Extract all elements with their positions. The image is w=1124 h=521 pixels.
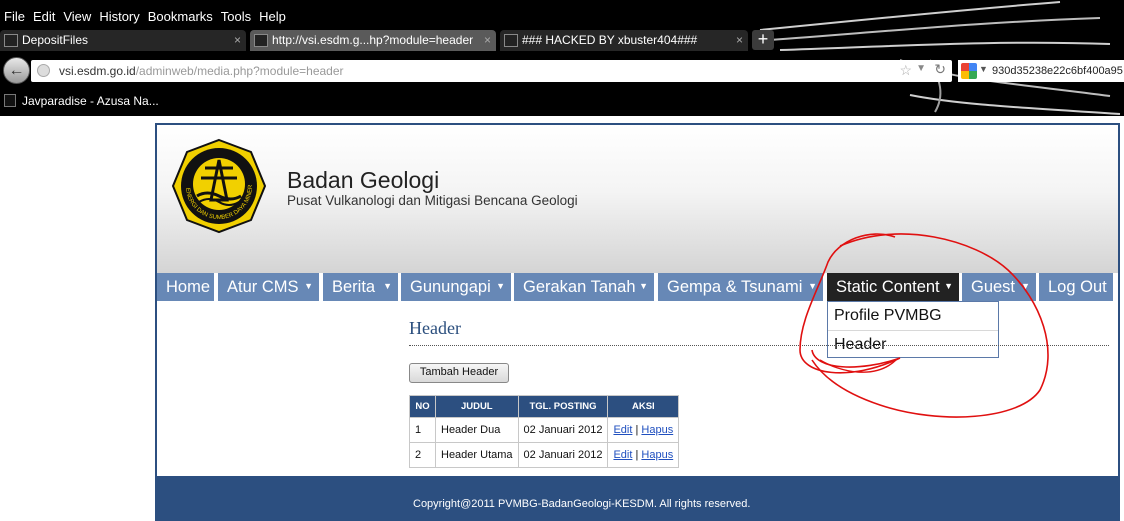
nav-guest[interactable]: Guest ▼: [962, 273, 1036, 301]
search-bar[interactable]: ▼ 930d35238e22c6bf400a95: [958, 60, 1124, 82]
close-icon[interactable]: ×: [484, 30, 491, 51]
page-favicon-icon: [254, 34, 268, 47]
nav-label: Home: [166, 278, 211, 296]
menu-bookmarks[interactable]: Bookmarks: [144, 7, 217, 27]
hapus-link[interactable]: Hapus: [641, 449, 673, 461]
nav-label: Atur CMS: [227, 278, 299, 296]
menu-help[interactable]: Help: [255, 7, 290, 27]
page-favicon-icon: [4, 34, 18, 47]
cell-judul: Header Dua: [435, 417, 519, 443]
browser-window-chrome: File Edit View History Bookmarks Tools H…: [0, 0, 1124, 116]
tab-hacked[interactable]: ### HACKED BY xbuster404### ×: [500, 30, 748, 51]
table-row: 2 Header Utama 02 Januari 2012 Edit | Ha…: [409, 442, 680, 468]
tab-title: ### HACKED BY xbuster404###: [522, 33, 698, 47]
caret-down-icon: ▼: [1021, 281, 1030, 291]
site-subtitle: Pusat Vulkanologi dan Mitigasi Bencana G…: [287, 193, 578, 208]
copyright-text: Copyright@2011 PVMBG-BadanGeologi-KESDM.…: [413, 498, 751, 510]
tab-current-page[interactable]: http://vsi.esdm.g...hp?module=header ×: [250, 30, 496, 51]
cell-tgl-posting: 02 Januari 2012: [517, 417, 609, 443]
nav-gerakan-tanah[interactable]: Gerakan Tanah ▼: [514, 273, 654, 301]
url-text: vsi.esdm.go.id/adminweb/media.php?module…: [59, 63, 344, 79]
menu-edit[interactable]: Edit: [29, 7, 59, 27]
close-icon[interactable]: ×: [234, 30, 241, 51]
globe-icon: [37, 64, 50, 77]
url-domain: vsi.esdm.go.id: [59, 64, 136, 78]
bookmark-star-icon[interactable]: ☆: [899, 62, 912, 79]
menu-view[interactable]: View: [59, 7, 95, 27]
page-favicon-icon: [4, 94, 16, 107]
page-favicon-icon: [504, 34, 518, 47]
tab-title: DepositFiles: [22, 33, 89, 47]
menu-bar: File Edit View History Bookmarks Tools H…: [0, 7, 290, 27]
column-header-aksi: AKSI: [607, 395, 680, 418]
page-title: Header: [409, 318, 461, 338]
address-bar[interactable]: vsi.esdm.go.id/adminweb/media.php?module…: [31, 60, 952, 82]
title-divider: [409, 345, 1109, 346]
nav-label: Static Content: [836, 278, 940, 296]
nav-berita[interactable]: Berita ▼: [323, 273, 398, 301]
column-header-no: NO: [409, 395, 436, 418]
cell-aksi: Edit | Hapus: [607, 442, 680, 468]
reload-icon[interactable]: ↻: [934, 61, 946, 78]
link-separator: |: [635, 424, 639, 436]
menu-file[interactable]: File: [0, 7, 29, 27]
tab-title: http://vsi.esdm.g...hp?module=header: [272, 33, 474, 47]
header-table: NO JUDUL TGL. POSTING AKSI 1 Header Dua …: [409, 395, 680, 468]
dropdown-item-profile-pvmbg[interactable]: Profile PVMBG: [828, 302, 998, 330]
nav-label: Berita: [332, 278, 376, 296]
nav-static-content[interactable]: Static Content ▼: [827, 273, 959, 301]
nav-atur-cms[interactable]: Atur CMS ▼: [218, 273, 319, 301]
cell-aksi: Edit | Hapus: [607, 417, 680, 443]
caret-down-icon: ▼: [808, 281, 817, 291]
table-row: 1 Header Dua 02 Januari 2012 Edit | Hapu…: [409, 417, 680, 443]
nav-label: Guest: [971, 278, 1016, 296]
cell-no: 2: [409, 442, 436, 468]
tab-depositfiles[interactable]: DepositFiles ×: [0, 30, 246, 51]
caret-down-icon: ▼: [383, 281, 392, 291]
column-header-tgl-posting: TGL. POSTING: [517, 395, 609, 418]
site-header: ENERGI DAN SUMBER DAYA MINERAL Badan Geo…: [157, 125, 1118, 273]
main-navigation: Home Atur CMS ▼ Berita ▼ Gunungapi ▼ Geraka…: [157, 273, 1118, 301]
table-header-row: NO JUDUL TGL. POSTING AKSI: [409, 395, 680, 418]
new-tab-button[interactable]: +: [752, 30, 774, 50]
edit-link[interactable]: Edit: [613, 424, 632, 436]
nav-label: Gerakan Tanah: [523, 278, 636, 296]
chevron-down-icon[interactable]: ▼: [916, 63, 926, 74]
caret-down-icon: ▼: [304, 281, 313, 291]
nav-label: Gunungapi: [410, 278, 491, 296]
link-separator: |: [635, 449, 639, 461]
nav-home[interactable]: Home: [157, 273, 214, 301]
nav-gempa-tsunami[interactable]: Gempa & Tsunami ▼: [658, 273, 823, 301]
menu-history[interactable]: History: [95, 7, 143, 27]
navigation-toolbar: ← vsi.esdm.go.id/adminweb/media.php?modu…: [0, 55, 1124, 87]
nav-log-out[interactable]: Log Out: [1039, 273, 1113, 301]
edit-link[interactable]: Edit: [613, 449, 632, 461]
bookmark-item[interactable]: Javparadise - Azusa Na...: [22, 92, 159, 110]
caret-down-icon: ▼: [496, 281, 505, 291]
nav-label: Gempa & Tsunami: [667, 278, 803, 296]
web-page: ENERGI DAN SUMBER DAYA MINERAL Badan Geo…: [155, 123, 1120, 521]
column-header-judul: JUDUL: [435, 395, 519, 418]
nav-label: Log Out: [1048, 278, 1107, 296]
close-icon[interactable]: ×: [736, 30, 743, 51]
menu-tools[interactable]: Tools: [217, 7, 255, 27]
cell-no: 1: [409, 417, 436, 443]
site-footer: Copyright@2011 PVMBG-BadanGeologi-KESDM.…: [157, 476, 1118, 521]
hapus-link[interactable]: Hapus: [641, 424, 673, 436]
add-header-button[interactable]: Tambah Header: [409, 363, 509, 383]
nav-gunungapi[interactable]: Gunungapi ▼: [401, 273, 511, 301]
back-button[interactable]: ←: [3, 57, 30, 84]
google-search-icon[interactable]: [961, 63, 977, 79]
site-title: Badan Geologi: [287, 167, 440, 193]
esdm-logo-icon: ENERGI DAN SUMBER DAYA MINERAL: [171, 138, 267, 234]
caret-down-icon: ▼: [944, 281, 953, 291]
cell-tgl-posting: 02 Januari 2012: [517, 442, 609, 468]
chevron-down-icon[interactable]: ▼: [979, 64, 988, 74]
cell-judul: Header Utama: [435, 442, 519, 468]
static-content-dropdown: Profile PVMBG Header: [827, 301, 999, 358]
search-input-value: 930d35238e22c6bf400a95: [992, 65, 1123, 77]
url-path: /adminweb/media.php?module=header: [135, 64, 344, 78]
caret-down-icon: ▼: [639, 281, 648, 291]
